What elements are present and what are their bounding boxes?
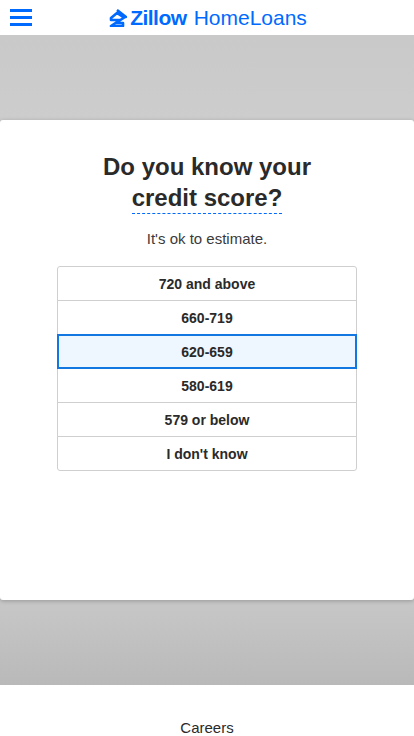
logo-brand: Zillow [130, 6, 187, 30]
question-title: Do you know yourcredit score? [103, 150, 311, 214]
page: Zillow HomeLoans Do you know yourcredit sc… [0, 0, 414, 736]
footer-link[interactable]: Careers [180, 719, 233, 736]
option-button[interactable]: 660-719 [57, 300, 357, 335]
option-button[interactable]: 580-619 [57, 368, 357, 403]
background-photo: Do you know yourcredit score? It's ok to … [0, 35, 414, 685]
options-list: 720 and above660-719620-659580-619579 or… [57, 266, 357, 471]
option-button[interactable]: I don't know [57, 436, 357, 471]
logo[interactable]: Zillow HomeLoans [107, 6, 307, 30]
house-logo-icon [107, 9, 127, 27]
option-button[interactable]: 579 or below [57, 402, 357, 437]
question-card: Do you know yourcredit score? It's ok to … [0, 120, 414, 600]
logo-product: HomeLoans [194, 6, 307, 30]
credit-score-link[interactable]: credit score? [132, 183, 283, 214]
question-subtitle: It's ok to estimate. [147, 228, 267, 250]
footer: Careers [0, 685, 414, 736]
hamburger-menu-icon[interactable] [10, 8, 32, 26]
option-button[interactable]: 620-659 [57, 334, 357, 369]
option-button[interactable]: 720 and above [57, 266, 357, 301]
header: Zillow HomeLoans [0, 0, 414, 35]
